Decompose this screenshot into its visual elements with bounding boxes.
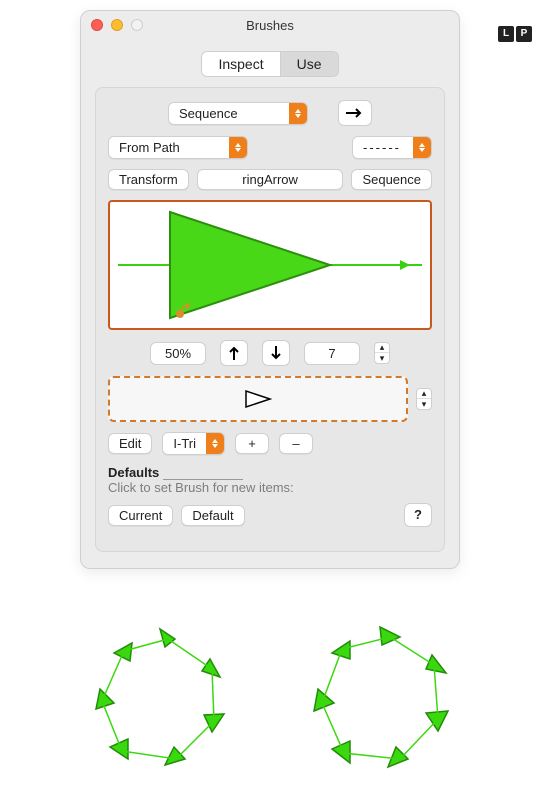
- ring-arrow-button[interactable]: ringArrow: [197, 169, 344, 190]
- transform-button[interactable]: Transform: [108, 169, 189, 190]
- stepper-up-icon: ▴: [417, 389, 431, 399]
- dash-dropdown[interactable]: ------: [352, 136, 432, 159]
- mode-dropdown[interactable]: Sequence: [168, 102, 308, 125]
- arrow-down-icon: [270, 346, 282, 360]
- window-title: Brushes: [81, 18, 459, 33]
- add-button[interactable]: +: [235, 433, 269, 454]
- preview-canvas-icon: [110, 202, 430, 328]
- ring-right-icon: [300, 619, 460, 779]
- shape-dropzone[interactable]: [108, 376, 408, 422]
- stepper-down-icon: ▾: [417, 399, 431, 409]
- move-up-button[interactable]: [220, 340, 248, 366]
- help-button[interactable]: ?: [404, 503, 432, 527]
- shape-stepper[interactable]: ▴ ▾: [416, 388, 432, 410]
- count-stepper[interactable]: ▴ ▾: [374, 342, 390, 364]
- brushes-window: Brushes L P Inspect Use Sequence: [80, 10, 460, 569]
- sequence-button[interactable]: Sequence: [351, 169, 432, 190]
- mode-segment: Inspect Use: [201, 51, 338, 77]
- stepper-down-icon: ▾: [375, 353, 389, 363]
- edit-button[interactable]: Edit: [108, 433, 152, 454]
- defaults-hint: Click to set Brush for new items:: [108, 480, 432, 495]
- triangle-icon: [244, 389, 272, 409]
- count-input[interactable]: 7: [304, 342, 360, 365]
- arrow-right-icon: [346, 107, 364, 119]
- current-button[interactable]: Current: [108, 505, 173, 526]
- move-down-button[interactable]: [262, 340, 290, 366]
- arrow-up-icon: [228, 346, 240, 360]
- percent-input[interactable]: 50%: [150, 342, 206, 365]
- stepper-up-icon: ▴: [375, 343, 389, 353]
- ring-left-icon: [80, 619, 240, 779]
- brush-preview[interactable]: [108, 200, 432, 330]
- remove-button[interactable]: –: [279, 433, 313, 454]
- apply-arrow-button[interactable]: [338, 100, 372, 126]
- tab-use[interactable]: Use: [280, 51, 339, 77]
- titlebar: Brushes: [81, 11, 459, 39]
- from-dropdown[interactable]: From Path: [108, 136, 248, 159]
- ring-examples: [80, 619, 540, 779]
- shape-dropdown[interactable]: I-Tri: [162, 432, 225, 455]
- defaults-label: Defaults: [108, 465, 159, 480]
- tab-inspect[interactable]: Inspect: [201, 51, 279, 77]
- main-panel: Sequence From Path ------ Transform: [95, 87, 445, 552]
- default-button[interactable]: Default: [181, 505, 244, 526]
